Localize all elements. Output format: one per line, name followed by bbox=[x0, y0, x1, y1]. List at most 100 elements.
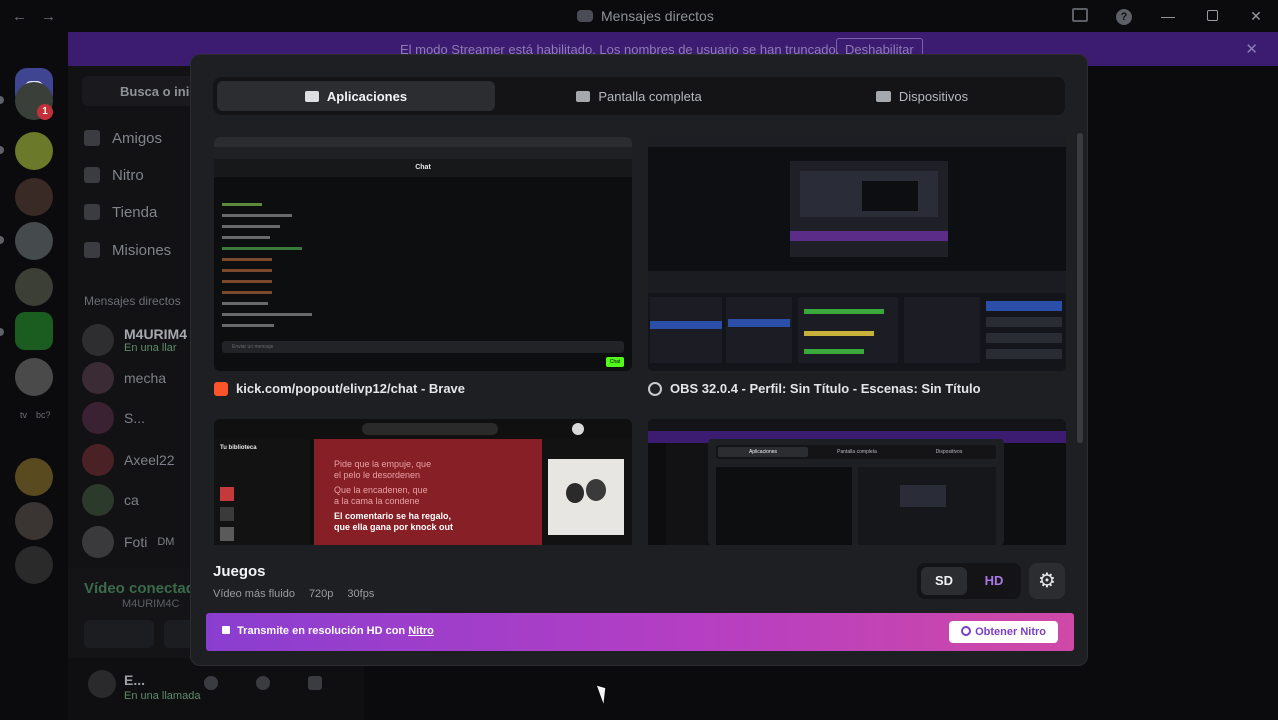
inbox-icon[interactable] bbox=[1058, 7, 1102, 25]
spotify-lyrics: Pide que la empuje, que el pelo le desor… bbox=[314, 439, 542, 545]
camera-button[interactable] bbox=[84, 620, 154, 648]
dm-item[interactable]: M4URIM4 En una llar bbox=[82, 320, 187, 360]
tab-fullscreen[interactable]: Pantalla completa bbox=[501, 81, 777, 111]
lyric-line: el pelo le desordenen bbox=[334, 470, 421, 480]
dm-status: En una llar bbox=[124, 342, 177, 354]
nav-store[interactable]: Tienda bbox=[84, 200, 157, 224]
source-thumbnail-obs[interactable] bbox=[648, 137, 1066, 371]
user-avatar[interactable] bbox=[88, 670, 116, 698]
server-icon[interactable] bbox=[15, 502, 53, 540]
quality-spec: 720p bbox=[308, 588, 334, 600]
nitro-link[interactable]: Nitro bbox=[408, 625, 434, 637]
server-icon[interactable] bbox=[15, 222, 53, 260]
nav-friends[interactable]: Amigos bbox=[84, 126, 162, 150]
quality-spec: 30fps bbox=[347, 588, 375, 600]
obs-docks bbox=[648, 293, 1066, 371]
nested-tab: Aplicaciones bbox=[718, 447, 808, 457]
microphone-icon[interactable] bbox=[204, 676, 218, 690]
server-icon[interactable] bbox=[15, 458, 53, 496]
stream-settings-gear-icon[interactable]: ⚙ bbox=[1029, 563, 1065, 599]
server-icon[interactable] bbox=[15, 546, 53, 584]
help-icon[interactable]: ? bbox=[1102, 7, 1146, 25]
obs-preview-canvas bbox=[790, 161, 948, 257]
source-caption: kick.com/popout/elivp12/chat - Brave bbox=[214, 381, 465, 396]
lyric-line: Pide que la empuje, que bbox=[334, 459, 432, 469]
nav-quests[interactable]: Misiones bbox=[84, 238, 171, 262]
server-icon[interactable] bbox=[15, 268, 53, 306]
notification-badge: 1 bbox=[37, 104, 53, 120]
dm-item[interactable]: Axeel22 bbox=[82, 440, 175, 480]
nitro-upsell-label: Transmite en resolución HD con bbox=[237, 625, 406, 637]
nav-nitro[interactable]: Nitro bbox=[84, 163, 144, 187]
quality-preset: Juegos Vídeo más fluido 720p 30fps bbox=[213, 563, 374, 600]
lyric-line: a la cama la condene bbox=[334, 496, 420, 506]
headphones-icon[interactable] bbox=[256, 676, 270, 690]
server-icon[interactable] bbox=[15, 132, 53, 170]
sd-option[interactable]: SD bbox=[921, 567, 967, 595]
lyric-line: Que la encadenen, que bbox=[334, 485, 428, 495]
back-arrow-icon[interactable]: ← bbox=[12, 8, 27, 25]
monitor-icon bbox=[576, 90, 591, 102]
get-nitro-label: Obtener Nitro bbox=[975, 626, 1046, 638]
nitro-icon bbox=[84, 167, 100, 183]
dm-section-title: Mensajes directos bbox=[84, 294, 181, 308]
hd-option[interactable]: HD bbox=[971, 567, 1017, 595]
chat-input: Enviar un mensaje bbox=[222, 341, 624, 353]
settings-gear-icon[interactable] bbox=[308, 676, 322, 690]
source-thumbnail-brave[interactable]: Chat Enviar un mensaje Chat bbox=[214, 137, 632, 371]
server-label[interactable]: bc? bbox=[36, 410, 51, 420]
source-thumbnail-spotify[interactable]: Tu biblioteca Pide que la empuje, que el… bbox=[214, 419, 632, 545]
close-window-button[interactable]: ✕ bbox=[1234, 8, 1278, 25]
server-icon[interactable] bbox=[15, 178, 53, 216]
voice-channel: M4URIM4C bbox=[122, 598, 180, 610]
obs-preview bbox=[648, 147, 1066, 271]
avatar bbox=[82, 484, 114, 516]
history-nav: ← → bbox=[12, 8, 56, 25]
source-thumbnail-discord[interactable]: Aplicaciones Pantalla completa Dispositi… bbox=[648, 419, 1066, 545]
quality-title: Juegos bbox=[213, 563, 266, 580]
nested-share-modal: Aplicaciones Pantalla completa Dispositi… bbox=[708, 439, 1004, 545]
dm-name: S... bbox=[124, 410, 146, 426]
quality-spec: Vídeo más fluido bbox=[213, 588, 295, 600]
maximize-button[interactable] bbox=[1190, 8, 1234, 24]
close-banner-icon[interactable]: ✕ bbox=[1245, 40, 1258, 58]
tab-devices[interactable]: Dispositivos bbox=[783, 81, 1061, 111]
library-title: Tu biblioteca bbox=[220, 445, 257, 451]
nitro-upsell-banner: Transmite en resolución HD con Nitro Obt… bbox=[206, 613, 1074, 651]
minimize-button[interactable]: — bbox=[1146, 8, 1190, 24]
kick-server-icon[interactable] bbox=[15, 312, 53, 350]
nitro-upsell-text: Transmite en resolución HD con Nitro bbox=[222, 625, 434, 637]
nitro-icon bbox=[961, 626, 972, 636]
nested-tab: Pantalla completa bbox=[837, 449, 877, 455]
lock-icon bbox=[222, 626, 230, 634]
dm-name: ca bbox=[124, 492, 139, 508]
obs-menu-bar bbox=[648, 137, 1066, 147]
obs-transition-bar bbox=[648, 271, 1066, 293]
nav-label: Amigos bbox=[112, 129, 163, 147]
tab-applications[interactable]: Aplicaciones bbox=[217, 81, 495, 111]
server-icon[interactable] bbox=[15, 358, 53, 396]
dm-item[interactable]: mecha bbox=[82, 358, 166, 398]
user-bar: E... En una llamada bbox=[68, 658, 364, 720]
dm-item[interactable]: ca bbox=[82, 480, 139, 520]
source-caption: OBS 32.0.4 - Perfil: Sin Título - Escena… bbox=[648, 381, 981, 396]
avatar bbox=[82, 362, 114, 394]
discord-rail bbox=[648, 443, 666, 545]
chat-header: Chat bbox=[214, 159, 632, 177]
screen-share-modal: Aplicaciones Pantalla completa Dispositi… bbox=[190, 54, 1088, 666]
source-title: OBS 32.0.4 - Perfil: Sin Título - Escena… bbox=[670, 381, 981, 396]
album-cover bbox=[548, 459, 624, 535]
avatar bbox=[82, 402, 114, 434]
dm-item[interactable]: S... bbox=[82, 398, 145, 438]
thumbnail-scrollbar[interactable] bbox=[1077, 133, 1083, 443]
get-nitro-button[interactable]: Obtener Nitro bbox=[949, 621, 1058, 643]
lyric-line: que ella gana por knock out bbox=[334, 522, 454, 532]
server-rail: 1 tv bc? bbox=[0, 32, 68, 720]
dm-item[interactable]: Foti DM bbox=[82, 522, 174, 562]
forward-arrow-icon[interactable]: → bbox=[41, 8, 56, 25]
discord-titlebar bbox=[648, 419, 1066, 431]
server-label[interactable]: tv bbox=[20, 410, 27, 420]
tab-label: Pantalla completa bbox=[598, 88, 702, 104]
browser-address-bar bbox=[214, 147, 632, 159]
chat-send-button: Chat bbox=[606, 357, 624, 367]
